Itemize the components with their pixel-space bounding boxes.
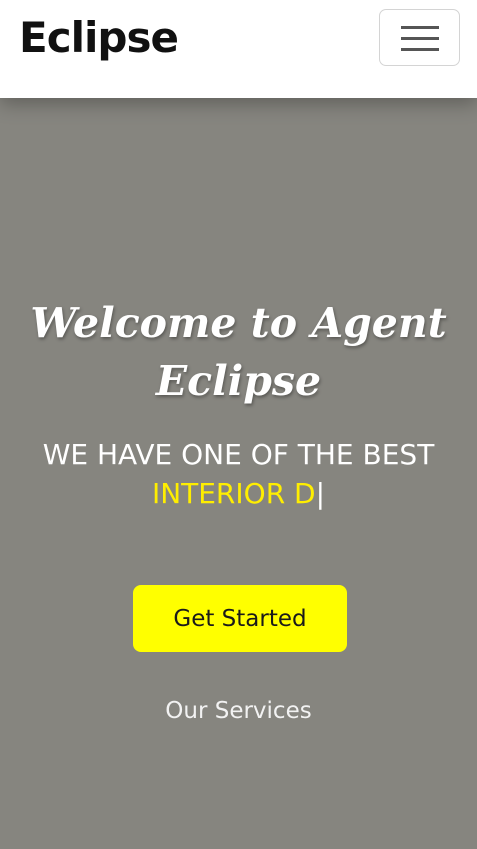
navbar: Eclipse bbox=[0, 0, 477, 98]
tagline-text: WE HAVE ONE OF THE BEST bbox=[42, 438, 435, 471]
hero-tagline: WE HAVE ONE OF THE BEST INTERIOR D| bbox=[10, 435, 467, 513]
menu-toggle-button[interactable] bbox=[379, 9, 460, 66]
typed-text: INTERIOR D bbox=[151, 477, 316, 510]
hamburger-menu-icon bbox=[401, 26, 439, 51]
typing-cursor: | bbox=[315, 477, 326, 510]
our-services-link[interactable]: Our Services bbox=[0, 698, 477, 724]
hero-title: Welcome to Agent Eclipse bbox=[30, 299, 447, 405]
brand-logo[interactable]: Eclipse bbox=[19, 12, 179, 64]
hero-section: Welcome to Agent Eclipse WE HAVE ONE OF … bbox=[0, 98, 477, 849]
get-started-button[interactable]: Get Started bbox=[133, 585, 347, 652]
